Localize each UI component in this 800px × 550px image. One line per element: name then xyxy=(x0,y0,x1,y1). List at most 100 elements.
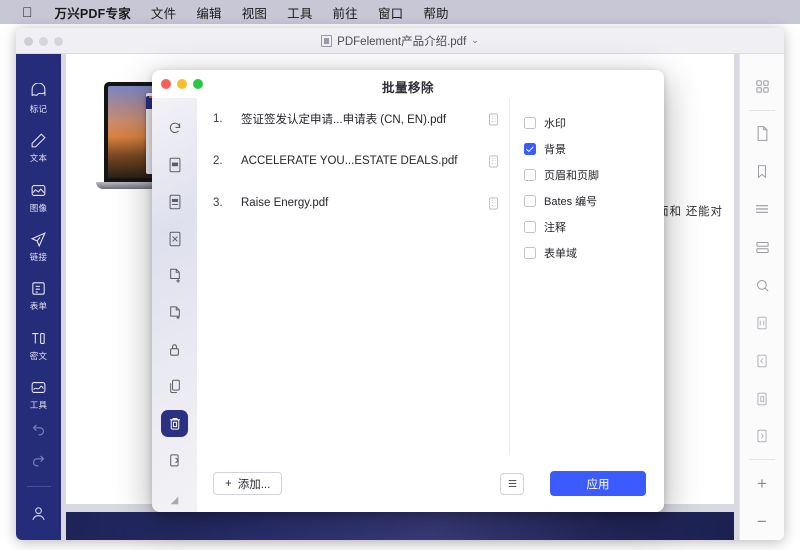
panel-button-thumbnails[interactable] xyxy=(742,68,782,106)
option-form-fields[interactable]: 表单域 xyxy=(524,246,664,260)
apple-logo-icon[interactable]:  xyxy=(22,5,33,19)
panel-button-search[interactable] xyxy=(742,266,782,304)
rail-button-add-page[interactable] xyxy=(161,299,188,326)
zoom-in-button[interactable]: + xyxy=(742,464,782,502)
list-options-button[interactable] xyxy=(500,473,524,495)
sidebar-item-markup[interactable]: 标记 xyxy=(16,74,61,123)
rail-button-copy-pages[interactable] xyxy=(161,373,188,400)
bookmark-icon xyxy=(755,163,769,180)
option-comments[interactable]: 注释 xyxy=(524,220,664,234)
option-label-form-fields: 表单域 xyxy=(544,245,577,261)
zoom-out-button[interactable]: − xyxy=(742,502,782,540)
rail-button-to-excel[interactable] xyxy=(161,225,188,252)
sidebar-label-link: 链接 xyxy=(30,251,48,263)
outline-list-icon xyxy=(754,202,770,216)
sidebar-item-image[interactable]: 图像 xyxy=(16,173,61,222)
panel-button-page-copy[interactable] xyxy=(742,380,782,418)
document-title[interactable]: PDFelement产品介绍.pdf ⌄ xyxy=(16,33,784,49)
panel-button-outline[interactable] xyxy=(742,190,782,228)
remove-options-panel: 水印 背景 页眉和页脚 Bates 编号 注释 xyxy=(509,98,664,455)
account-person-icon[interactable] xyxy=(30,505,47,522)
menu-item-app[interactable]: 万兴PDF专家 xyxy=(55,3,131,22)
file-index: 1. xyxy=(213,113,241,125)
menu-item-go[interactable]: 前往 xyxy=(333,3,358,22)
panel-button-page-number[interactable] xyxy=(742,304,782,342)
add-page-icon xyxy=(168,305,182,321)
left-sidebar: 标记 文本 图像 链接 xyxy=(16,54,61,540)
document-file-icon xyxy=(321,35,332,47)
file-list-icon[interactable] xyxy=(488,155,499,168)
file-list-icon[interactable] xyxy=(488,197,499,210)
file-list-icon[interactable] xyxy=(488,113,499,126)
panel-button-layers[interactable] xyxy=(742,228,782,266)
option-label-watermark: 水印 xyxy=(544,115,566,131)
maximize-button[interactable] xyxy=(54,37,63,46)
dialog-tool-rail: ◢ xyxy=(152,98,197,512)
sidebar-item-link[interactable]: 链接 xyxy=(16,222,61,271)
file-index: 2. xyxy=(213,155,241,167)
sidebar-label-redact: 密文 xyxy=(30,350,48,362)
checkbox-watermark[interactable] xyxy=(524,117,536,129)
dialog-title-bar: 批量移除 xyxy=(152,70,664,98)
rail-button-insert-page[interactable] xyxy=(161,262,188,289)
macos-menu-bar:  万兴PDF专家 文件 编辑 视图 工具 前往 窗口 帮助 xyxy=(0,0,800,24)
to-ppt-icon xyxy=(168,194,182,210)
option-background[interactable]: 背景 xyxy=(524,142,664,156)
sidebar-item-redact[interactable]: 密文 xyxy=(16,321,61,370)
panel-button-page[interactable] xyxy=(742,115,782,153)
sidebar-label-form: 表单 xyxy=(30,300,48,312)
image-icon xyxy=(30,182,47,199)
checkbox-header-footer[interactable] xyxy=(524,169,536,181)
rail-button-encrypt[interactable] xyxy=(161,336,188,363)
rail-button-to-word[interactable] xyxy=(161,151,188,178)
checkbox-bates-numbering[interactable] xyxy=(524,195,536,207)
menu-item-tools[interactable]: 工具 xyxy=(287,3,312,22)
rail-button-to-ppt[interactable] xyxy=(161,188,188,215)
menu-item-edit[interactable]: 编辑 xyxy=(196,3,221,22)
undo-icon[interactable] xyxy=(30,420,47,437)
link-send-icon xyxy=(30,231,47,248)
sidebar-item-tools[interactable]: 工具 xyxy=(16,371,61,420)
checkbox-background[interactable] xyxy=(524,143,536,155)
panel-button-page-right[interactable] xyxy=(742,417,782,455)
resize-grip-icon[interactable]: ◢ xyxy=(171,495,179,512)
menu-item-window[interactable]: 窗口 xyxy=(378,3,403,22)
file-list[interactable]: 1. 签证签发认定申请...申请表 (CN, EN).pdf 2. ACCELE… xyxy=(197,98,509,455)
window-traffic-lights[interactable] xyxy=(24,37,63,46)
menu-item-file[interactable]: 文件 xyxy=(151,3,176,22)
to-word-icon xyxy=(168,157,182,173)
menu-item-help[interactable]: 帮助 xyxy=(423,3,448,22)
sidebar-divider xyxy=(27,486,51,487)
checkbox-form-fields[interactable] xyxy=(524,247,536,259)
panel-button-page-left[interactable] xyxy=(742,342,782,380)
close-button[interactable] xyxy=(24,37,33,46)
chevron-down-icon[interactable]: ⌄ xyxy=(471,35,479,46)
file-name: Raise Energy.pdf xyxy=(241,197,488,209)
apply-button[interactable]: 应用 xyxy=(550,471,646,496)
panel-button-bookmark[interactable] xyxy=(742,153,782,191)
form-icon xyxy=(30,280,47,297)
file-list-row[interactable]: 2. ACCELERATE YOU...ESTATE DEALS.pdf xyxy=(197,148,509,174)
to-excel-icon xyxy=(168,231,182,247)
markup-icon xyxy=(30,83,47,100)
rail-button-convert[interactable] xyxy=(161,114,188,141)
redo-icon[interactable] xyxy=(30,451,47,468)
search-icon xyxy=(755,278,770,293)
option-bates-numbering[interactable]: Bates 编号 xyxy=(524,194,664,208)
minimize-button[interactable] xyxy=(39,37,48,46)
checkbox-comments[interactable] xyxy=(524,221,536,233)
option-header-footer[interactable]: 页眉和页脚 xyxy=(524,168,664,182)
sidebar-item-text[interactable]: 文本 xyxy=(16,123,61,172)
option-watermark[interactable]: 水印 xyxy=(524,116,664,130)
extract-page-icon xyxy=(168,453,182,469)
rail-button-batch-remove[interactable] xyxy=(161,410,188,437)
file-list-row[interactable]: 3. Raise Energy.pdf xyxy=(197,190,509,216)
file-list-row[interactable]: 1. 签证签发认定申请...申请表 (CN, EN).pdf xyxy=(197,106,509,132)
add-files-button[interactable]: + 添加... xyxy=(213,472,282,495)
sidebar-item-form[interactable]: 表单 xyxy=(16,272,61,321)
window-title-bar: PDFelement产品介绍.pdf ⌄ xyxy=(16,28,784,54)
menu-item-view[interactable]: 视图 xyxy=(242,3,267,22)
rail-button-extract-page[interactable] xyxy=(161,447,188,474)
app-root:  万兴PDF专家 文件 编辑 视图 工具 前往 窗口 帮助 PDFelemen… xyxy=(0,0,800,550)
option-label-header-footer: 页眉和页脚 xyxy=(544,167,599,183)
